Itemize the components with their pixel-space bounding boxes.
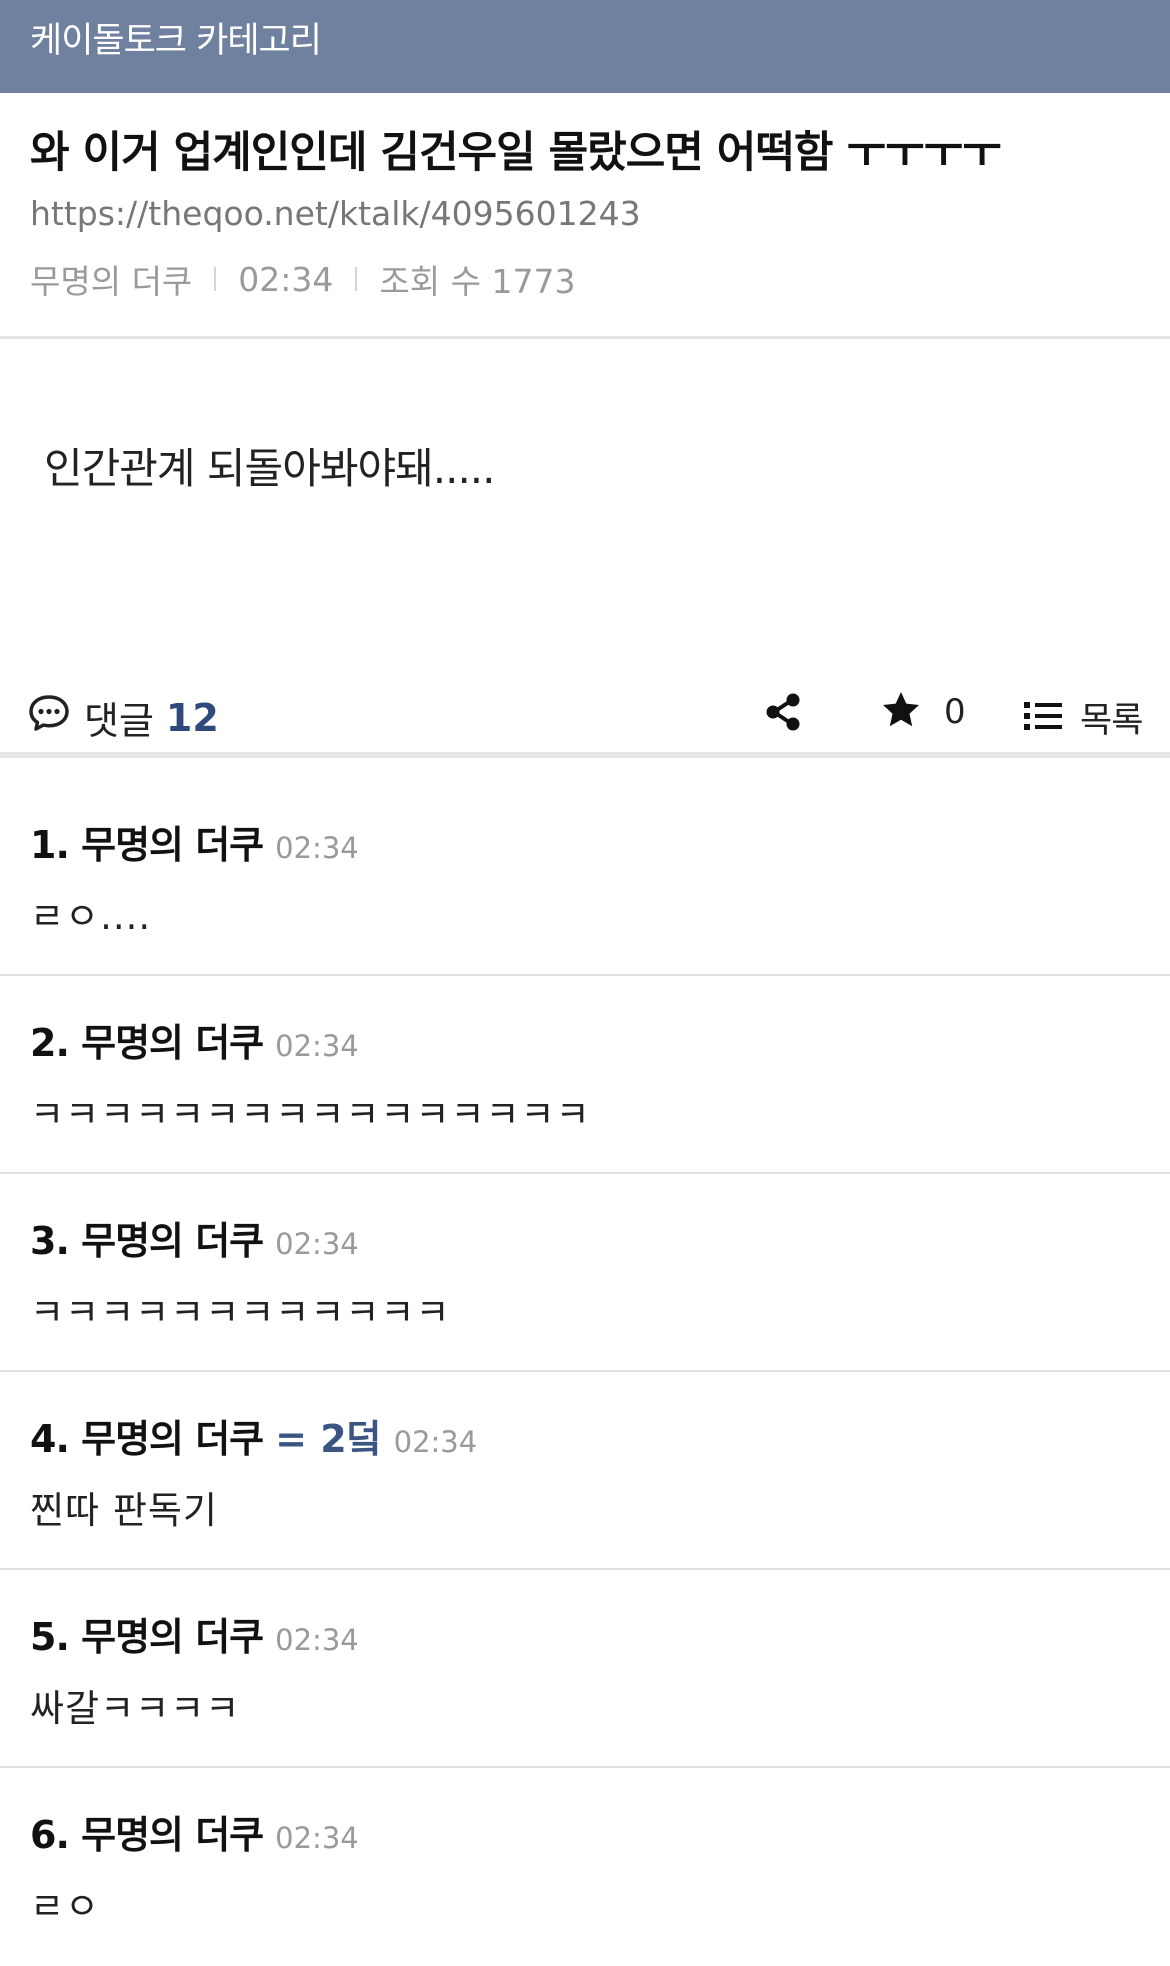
comment-time: 02:34 (275, 1227, 359, 1261)
meta-divider (355, 267, 358, 291)
star-count: 0 (944, 692, 966, 732)
post-views: 조회 수 1773 (379, 262, 576, 301)
comment-item: 6. 무명의 더쿠 02:34 ㄹㅇ (0, 1768, 1170, 1966)
comments-label: 댓글 (84, 699, 154, 743)
list-icon (1024, 699, 1062, 737)
comment-text: ㄹㅇ.... (30, 895, 152, 938)
comment-header: 2. 무명의 더쿠 02:34 (30, 1012, 359, 1067)
comment-text: 찐따 판독기 (30, 1489, 218, 1532)
post-body: 인간관계 되돌아봐야돼..... (44, 444, 496, 493)
comment-time: 02:34 (275, 1623, 359, 1657)
comment-item: 4. 무명의 더쿠 = 2덬 02:34 찐따 판독기 (0, 1372, 1170, 1570)
post-title: 와 이거 업계인인데 김건우일 몰랐으면 어떡함 ㅜㅜㅜㅜ (30, 128, 1002, 178)
category-label[interactable]: 케이돌토크 카테고리 (30, 12, 322, 63)
comment-author[interactable]: 4. 무명의 더쿠 (30, 1408, 264, 1463)
comment-text: ㅋㅋㅋㅋㅋㅋㅋㅋㅋㅋㅋㅋㅋㅋㅋㅋ (30, 1093, 591, 1136)
action-bar: 댓글 12 0 목록 (0, 668, 1170, 758)
comment-header: 3. 무명의 더쿠 02:34 (30, 1210, 359, 1265)
comment-list: 1. 무명의 더쿠 02:34 ㄹㅇ.... 2. 무명의 더쿠 02:34 ㅋ… (0, 778, 1170, 1966)
comment-bubble-icon (28, 694, 70, 741)
comment-time: 02:34 (275, 831, 359, 865)
comment-item: 1. 무명의 더쿠 02:34 ㄹㅇ.... (0, 778, 1170, 976)
comment-header: 6. 무명의 더쿠 02:34 (30, 1804, 359, 1859)
star-button[interactable]: 0 (880, 690, 966, 734)
comment-header: 4. 무명의 더쿠 = 2덬 02:34 (30, 1408, 477, 1463)
list-button[interactable]: 목록 (1024, 692, 1143, 743)
comments-count: 12 (165, 695, 219, 740)
comment-text: ㅋㅋㅋㅋㅋㅋㅋㅋㅋㅋㅋㅋ (30, 1291, 451, 1334)
comment-time: 02:34 (393, 1425, 478, 1459)
comment-item: 2. 무명의 더쿠 02:34 ㅋㅋㅋㅋㅋㅋㅋㅋㅋㅋㅋㅋㅋㅋㅋㅋ (0, 976, 1170, 1174)
comment-author[interactable]: 6. 무명의 더쿠 (30, 1804, 264, 1859)
comments-button[interactable]: 댓글 12 (28, 690, 219, 745)
comment-time: 02:34 (275, 1029, 359, 1063)
comment-author[interactable]: 2. 무명의 더쿠 (30, 1012, 264, 1067)
list-label: 목록 (1080, 701, 1143, 741)
post-url[interactable]: https://theqoo.net/ktalk/4095601243 (30, 194, 641, 233)
post-header: 와 이거 업계인인데 김건우일 몰랐으면 어떡함 ㅜㅜㅜㅜ https://th… (0, 93, 1170, 339)
comment-time: 02:34 (275, 1821, 359, 1855)
post-meta: 무명의 더쿠 02:34 조회 수 1773 (30, 255, 575, 303)
comment-header: 5. 무명의 더쿠 02:34 (30, 1606, 359, 1661)
meta-divider (214, 267, 217, 291)
comment-author[interactable]: 3. 무명의 더쿠 (30, 1210, 264, 1265)
category-bar[interactable]: 케이돌토크 카테고리 (0, 0, 1170, 93)
comment-author[interactable]: 1. 무명의 더쿠 (30, 814, 264, 869)
post-author: 무명의 더쿠 (30, 262, 193, 301)
comment-item: 3. 무명의 더쿠 02:34 ㅋㅋㅋㅋㅋㅋㅋㅋㅋㅋㅋㅋ (0, 1174, 1170, 1372)
post-time: 02:34 (238, 259, 334, 299)
comment-item: 5. 무명의 더쿠 02:34 싸갈ㅋㅋㅋㅋ (0, 1570, 1170, 1768)
comment-header: 1. 무명의 더쿠 02:34 (30, 814, 359, 869)
comment-text: 싸갈ㅋㅋㅋㅋ (30, 1687, 241, 1730)
star-icon (880, 690, 922, 734)
comment-author[interactable]: 5. 무명의 더쿠 (30, 1606, 264, 1661)
comment-duplicate-badge: = 2덬 (275, 1417, 382, 1461)
share-icon (764, 693, 804, 736)
share-button[interactable] (764, 692, 804, 736)
comment-text: ㄹㅇ (30, 1885, 101, 1928)
